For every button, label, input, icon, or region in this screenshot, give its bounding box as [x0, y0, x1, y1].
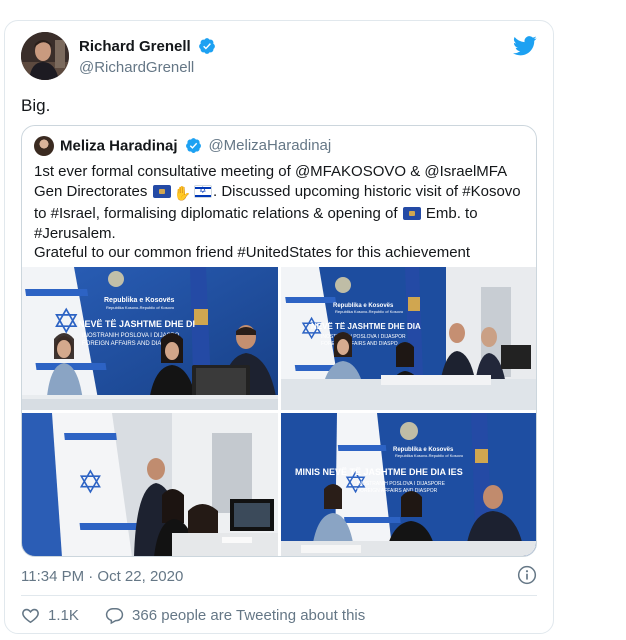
tweet-author-row: Richard Grenell @RichardGrenell	[21, 32, 537, 80]
meeting-photo-2[interactable]: ✡ Republika e Kosovës Republika Kosovo-R…	[281, 267, 536, 410]
verified-badge-icon	[186, 138, 201, 154]
quoted-author-handle[interactable]: @MelizaHaradinaj	[208, 137, 331, 154]
quoted-text-line-1: 1st ever formal consultative meeting of …	[34, 163, 508, 180]
photo-text: FOREIGN AFFAIRS AND DIASPO	[82, 341, 174, 347]
photo-text: NEVË TË JASHTME DHE DIA	[311, 322, 421, 331]
author-handle[interactable]: @RichardGrenell	[79, 59, 216, 76]
info-icon[interactable]	[517, 565, 537, 585]
quoted-text-segment: Gen Directorates	[34, 182, 148, 200]
author-text: Richard Grenell @RichardGrenell	[79, 37, 216, 76]
twitter-logo-icon[interactable]	[513, 36, 537, 56]
quoted-text-segment: Emb. to	[425, 205, 478, 222]
quoted-author-avatar[interactable]	[34, 136, 54, 156]
heart-icon	[22, 608, 39, 624]
divider	[21, 595, 537, 596]
photo-text: NEVË TË JASHTME DHE DI	[78, 319, 195, 329]
photo-text: INOSTRANIH POSLOVA I DIJASPORE	[357, 481, 446, 487]
tweeting-about-link[interactable]: 366 people are Tweeting about this	[105, 606, 365, 625]
quoted-text-line-3: to #Israel, formalising diplomatic relat…	[34, 204, 530, 224]
meeting-photo-1[interactable]: ✡ Republika e Kosovës Republika Kosovo-R…	[22, 267, 278, 410]
photo-text: MINIS NEVË TË JASHTME DHE DIA IES	[295, 467, 463, 477]
verified-badge-icon	[199, 38, 216, 54]
quoted-text-segment: to #Israel, formalising diplomatic relat…	[34, 205, 398, 222]
like-button[interactable]: 1.1K	[21, 606, 79, 625]
quoted-tweet-card[interactable]: Meliza Haradinaj @MelizaHaradinaj 1st ev…	[21, 125, 537, 557]
israel-flag-icon	[194, 184, 212, 198]
photo-text: Republika e Kosovës	[104, 297, 175, 304]
meeting-photo-3[interactable]: ✡	[22, 413, 278, 556]
quoted-tweet-text: 1st ever formal consultative meeting of …	[34, 162, 530, 263]
author-name[interactable]: Richard Grenell	[79, 38, 191, 55]
speech-bubble-icon	[105, 608, 124, 625]
kosovo-flag-icon	[402, 207, 421, 220]
tweeting-about-text: 366 people are Tweeting about this	[132, 607, 366, 624]
quoted-author-name[interactable]: Meliza Haradinaj	[60, 137, 178, 154]
photo-text: Republika Kosovo-Republic of Kosovo	[106, 305, 175, 310]
author-avatar[interactable]	[21, 32, 69, 80]
photo-text: FOREIGN AFFAIRS AND DIASPOR	[357, 488, 438, 494]
photo-grid: ✡ Republika e Kosovës Republika Kosovo-R…	[22, 267, 536, 556]
quoted-text-line-4: #Jerusalem.	[34, 224, 116, 242]
quoted-text-line-5: Grateful to our common friend #UnitedSta…	[34, 244, 471, 261]
photo-text: INOSTRANIH POSLOVA I DIJASPOR	[321, 334, 406, 340]
svg-text:✡: ✡	[77, 463, 104, 501]
kosovo-flag-icon	[152, 184, 171, 198]
photo-text: FOREIGN AFFAIRS AND DIASPO	[321, 341, 398, 347]
photo-text: Republika Kosovo-Republic of Kosovo	[395, 453, 464, 458]
tweet-card[interactable]: Richard Grenell @RichardGrenell Big. Mel…	[4, 20, 554, 634]
tweet-actions: 1.1K 366 people are Tweeting about this	[21, 606, 365, 626]
like-count: 1.1K	[48, 607, 79, 624]
photo-text: Republika Kosovo-Republic of Kosovo	[335, 309, 404, 314]
quoted-text-segment: . Discussed upcoming historic visit of #…	[213, 182, 521, 200]
meeting-photo-4[interactable]: ✡ Republika e Kosovës Republika Kosovo-R…	[281, 413, 536, 556]
quoted-text-line-2: Gen Directorates ✋ . Discussed upcoming h…	[34, 182, 530, 205]
tweet-text: Big.	[21, 96, 51, 115]
tweet-timestamp[interactable]: 11:34 PM · Oct 22, 2020	[21, 568, 183, 585]
handshake-icon: ✋	[173, 185, 191, 202]
